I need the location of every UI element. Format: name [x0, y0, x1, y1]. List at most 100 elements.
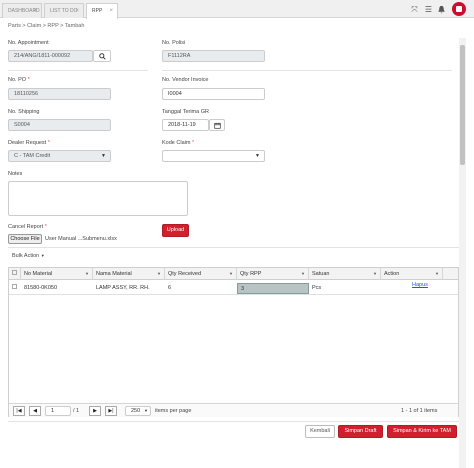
choose-file-button[interactable]: Choose File — [8, 234, 42, 244]
tab-dashboard[interactable]: DASHBOARD × — [2, 3, 42, 18]
select-all-checkbox[interactable] — [9, 268, 21, 280]
label-text: No. PO — [8, 77, 27, 83]
chevron-down-icon[interactable]: ▼ — [157, 268, 161, 280]
chevron-down-icon[interactable]: ▼ — [301, 268, 305, 280]
close-icon[interactable]: × — [33, 4, 37, 18]
next-page-button[interactable]: ▶ — [89, 406, 101, 416]
kode-claim-label: Kode Claim * — [162, 140, 194, 146]
column-label: No Material — [24, 271, 53, 277]
prev-page-button[interactable]: ◀ — [29, 406, 41, 416]
column-header-qty-rpp[interactable]: Qty RPP ▼ — [237, 268, 309, 280]
chevron-down-icon: ▼ — [144, 408, 148, 413]
cell-satuan: Pcs — [312, 285, 322, 291]
label-text: Kode Claim — [162, 140, 191, 146]
page-input[interactable]: 1 — [45, 406, 71, 416]
no-vendor-invoice-field[interactable]: I0004 — [162, 88, 265, 100]
no-appointment-label: No. Appointment — [8, 40, 49, 46]
select-value: C - TAM Credit — [14, 153, 51, 159]
items-per-page-label: items per page — [155, 408, 192, 414]
simpan-kirim-button[interactable]: Simpan & Kirim ke TAM — [387, 425, 457, 438]
column-header-satuan[interactable]: Satuan ▼ — [309, 268, 381, 280]
page-total-label: / 1 — [73, 408, 80, 414]
search-button[interactable] — [93, 50, 111, 62]
column-header-action[interactable]: Action ▼ — [381, 268, 443, 280]
tab-list-to-do[interactable]: LIST TO DO × — [44, 3, 84, 18]
tanggal-terima-gr-label: Tanggal Terima GR — [162, 109, 209, 115]
divider — [8, 247, 459, 248]
simpan-draft-button[interactable]: Simpan Draft — [338, 425, 383, 438]
column-header-nama-material[interactable]: Nama Material ▼ — [93, 268, 165, 280]
divider — [8, 70, 148, 71]
scrollbar-thumb[interactable] — [460, 45, 465, 165]
upload-button[interactable]: Upload — [162, 224, 189, 237]
no-po-field: 18110256 — [8, 88, 111, 100]
required-mark: * — [47, 140, 50, 146]
column-label: Action — [384, 271, 400, 277]
material-grid: No Material ▼ Nama Material ▼ Qty Received… — [8, 267, 459, 417]
column-header-qty-received[interactable]: Qty Received ▼ — [165, 268, 237, 280]
bell-icon[interactable] — [437, 5, 446, 14]
row-checkbox[interactable] — [9, 283, 21, 294]
breadcrumb: Parts > Claim > RPP > Tambah — [8, 23, 85, 29]
no-vendor-invoice-label: No. Vendor Invoice — [162, 77, 209, 83]
notes-label: Notes — [8, 171, 23, 177]
no-po-label: No. PO * — [8, 77, 30, 83]
required-mark: * — [27, 77, 30, 83]
chevron-down-icon: ▼ — [101, 153, 106, 159]
chevron-down-icon: ▼ — [40, 253, 45, 258]
select-value: 250 — [131, 408, 141, 414]
fullscreen-icon[interactable]: ⤧ — [410, 5, 419, 14]
no-shipping-label: No. Shipping — [8, 109, 40, 115]
cell-no-material: 81580-0K050 — [24, 285, 58, 291]
last-page-button[interactable]: ▶| — [105, 406, 117, 416]
bulk-action-dropdown[interactable]: Bulk Action ▼ — [12, 253, 45, 259]
cell-qty-rpp[interactable]: 3 — [237, 283, 309, 294]
app-logo-icon[interactable] — [452, 2, 466, 16]
chevron-down-icon: ▼ — [255, 153, 260, 159]
calendar-icon — [213, 122, 221, 129]
table-row[interactable]: 81580-0K050 LAMP ASSY, RR. RH. 6 3 Pcs H… — [9, 280, 458, 295]
no-polisi-label: No. Polisi — [162, 40, 186, 46]
label-text: Dealer Request — [8, 140, 47, 146]
close-icon[interactable]: × — [109, 4, 113, 18]
chevron-down-icon[interactable]: ▼ — [435, 268, 439, 280]
no-polisi-field: F1112RA — [162, 50, 265, 62]
hapus-link[interactable]: Hapus — [409, 280, 443, 291]
divider — [8, 421, 459, 422]
dealer-request-select[interactable]: C - TAM Credit ▼ — [8, 150, 111, 162]
cell-nama-material: LAMP ASSY, RR. RH. — [96, 285, 150, 291]
chevron-down-icon[interactable]: ▼ — [85, 268, 89, 280]
column-label: Satuan — [312, 271, 330, 277]
pager: |◀ ◀ 1 / 1 ▶ ▶| 250 ▼ items per page 1 - … — [9, 403, 458, 417]
tab-label: LIST TO DO — [50, 8, 78, 14]
column-header-no-material[interactable]: No Material ▼ — [21, 268, 93, 280]
notes-textarea[interactable] — [8, 181, 188, 216]
grid-header: No Material ▼ Nama Material ▼ Qty Received… — [9, 268, 458, 280]
no-appointment-field: 214/ANG/1811-000092 — [8, 50, 93, 62]
vertical-scrollbar[interactable] — [459, 38, 466, 468]
label-text: Cancel Report — [8, 224, 44, 230]
cell-qty-received: 6 — [168, 285, 172, 291]
chevron-down-icon[interactable]: ▼ — [229, 268, 233, 280]
dealer-request-label: Dealer Request * — [8, 140, 50, 146]
top-bar: DASHBOARD × LIST TO DO × RPP × ⤧ ☰ — [0, 0, 474, 19]
page-size-select[interactable]: 250 ▼ — [125, 406, 151, 416]
kode-claim-select[interactable]: ▼ — [162, 150, 265, 162]
kembali-button[interactable]: Kembali — [305, 425, 335, 438]
tab-label: RPP — [92, 8, 103, 14]
column-label: Nama Material — [96, 271, 132, 277]
close-icon[interactable]: × — [75, 4, 79, 18]
column-label: Qty RPP — [240, 271, 262, 277]
calendar-button[interactable] — [209, 119, 225, 131]
menu-icon[interactable]: ☰ — [424, 5, 433, 14]
bulk-action-label: Bulk Action — [12, 253, 40, 259]
search-icon — [98, 53, 106, 60]
cancel-report-label: Cancel Report * — [8, 224, 47, 230]
column-label: Qty Received — [168, 271, 202, 277]
chevron-down-icon[interactable]: ▼ — [373, 268, 377, 280]
first-page-button[interactable]: |◀ — [13, 406, 25, 416]
tanggal-terima-gr-field[interactable]: 2018-11-19 — [162, 119, 209, 131]
tab-rpp[interactable]: RPP × — [86, 3, 118, 19]
required-mark: * — [191, 140, 195, 146]
no-shipping-field: S0004 — [8, 119, 111, 131]
